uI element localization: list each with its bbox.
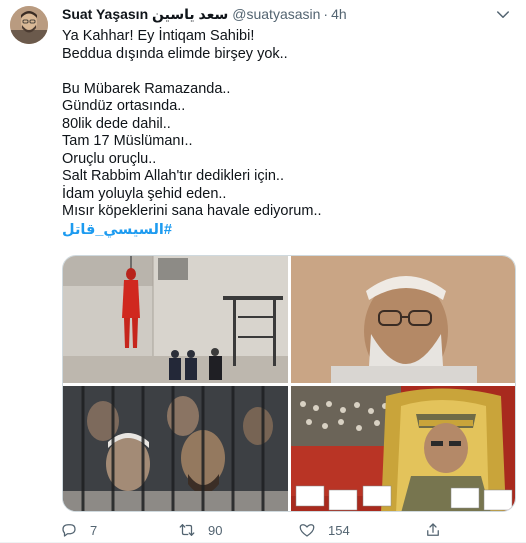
tweet-line: Ya Kahhar! Ey İntiqam Sahibi! xyxy=(62,28,255,44)
tweet-content: Suat Yaşasın سعد ياسين @suatyasasin · 4h… xyxy=(62,4,514,239)
tweet-line: Gündüz ortasında.. xyxy=(62,98,186,114)
reply-button[interactable]: 7 xyxy=(60,519,97,541)
tweet-line: İdam yoluyla şehid eden.. xyxy=(62,185,227,202)
media-photo-4[interactable] xyxy=(291,386,515,511)
media-grid xyxy=(62,255,516,512)
tweet-header: Suat Yaşasın سعد ياسين @suatyasasin · 4h xyxy=(62,4,514,24)
author-name[interactable]: Suat Yaşasın سعد ياسين xyxy=(62,4,228,24)
share-button[interactable] xyxy=(424,519,454,541)
tweet-actions: 7 90 154 xyxy=(56,519,516,541)
heart-icon xyxy=(299,524,315,537)
share-icon xyxy=(427,523,439,536)
tweet-line: 80lik dede dahil.. xyxy=(62,115,171,132)
tweet-line: Mısır köpeklerini sana havale ediyorum.. xyxy=(62,203,322,219)
media-photo-3[interactable] xyxy=(63,386,288,511)
media-photo-1[interactable] xyxy=(63,256,288,383)
like-button[interactable]: 154 xyxy=(298,519,350,541)
like-count: 154 xyxy=(328,522,350,538)
author-handle[interactable]: @suatyasasin xyxy=(232,4,320,24)
retweet-count: 90 xyxy=(208,522,223,538)
reply-icon xyxy=(62,524,76,537)
avatar[interactable] xyxy=(10,6,48,44)
tweet-line: Tam 17 Müslümanı.. xyxy=(62,133,193,149)
tweet-line: Bu Mübarek Ramazanda.. xyxy=(62,80,231,97)
tweet-text: Ya Kahhar! Ey İntiqam Sahibi! Beddua dış… xyxy=(62,28,514,239)
tweet-line: Salt Rabbim Allah'tır dedikleri için.. xyxy=(62,168,284,184)
tweet[interactable]: Suat Yaşasın سعد ياسين @suatyasasin · 4h… xyxy=(0,0,526,543)
retweet-icon xyxy=(179,524,195,536)
chevron-down-icon[interactable] xyxy=(494,6,514,26)
tweet-line xyxy=(62,63,514,81)
tweet-line: Beddua dışında elimde birşey yok.. xyxy=(62,45,288,62)
media-photo-2[interactable] xyxy=(291,256,515,383)
hashtag-link[interactable]: #السيسي_قاتل xyxy=(62,221,514,239)
separator-dot: · xyxy=(323,6,329,22)
retweet-button[interactable]: 90 xyxy=(178,519,222,541)
tweet-timestamp[interactable]: 4h xyxy=(331,4,347,24)
reply-count: 7 xyxy=(90,522,98,538)
tweet-line: Oruçlu oruçlu.. xyxy=(62,150,157,167)
